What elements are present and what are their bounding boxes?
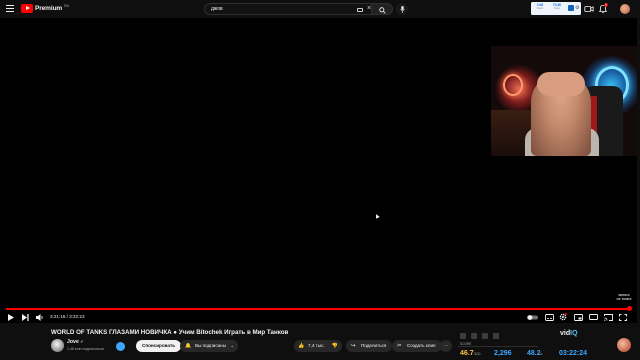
volume-icon	[36, 313, 43, 321]
duration-value: 03:22:24	[559, 350, 588, 357]
account-avatar[interactable]	[620, 4, 630, 14]
vidiq-icon-4[interactable]	[493, 333, 499, 339]
vidiq-logo-main: vid	[560, 330, 571, 337]
search-input[interactable]: джов ×	[204, 3, 372, 15]
extension-logo-icon	[568, 5, 574, 11]
score-value: 46.7/100	[460, 350, 480, 357]
search-button[interactable]	[372, 3, 393, 15]
views-value: 2,296	[494, 350, 512, 357]
play-button[interactable]	[6, 312, 16, 322]
ext-subs-label: Subs	[554, 7, 560, 10]
fullscreen-icon	[619, 313, 627, 321]
youtube-play-icon	[21, 4, 33, 13]
volume-button[interactable]	[35, 312, 45, 322]
stats-extension-widget[interactable]: 2.66 Views 73.80 Subs ⚙	[531, 2, 581, 15]
logo-country-code: RU	[64, 4, 70, 8]
bell-icon: 🔔	[185, 343, 192, 349]
channel-name[interactable]: Jove ✔	[67, 339, 84, 345]
cast-button[interactable]	[603, 312, 613, 322]
extension-settings-icon[interactable]: ⚙	[575, 5, 580, 11]
current-time: 3:21:16	[50, 314, 66, 319]
menu-icon[interactable]	[6, 5, 14, 12]
vph-number: 48.2	[527, 350, 541, 357]
webcam-overlay-image	[491, 46, 637, 156]
score-suffix: /100	[473, 352, 481, 356]
theater-mode-button[interactable]	[588, 312, 598, 322]
voice-search-button[interactable]	[396, 3, 408, 15]
channel-name-text: Jove	[67, 339, 79, 345]
notifications-count-badge: 9	[604, 3, 608, 7]
vidiq-avatar[interactable]	[617, 338, 631, 352]
play-icon	[8, 313, 14, 321]
score-number: 46.7	[460, 350, 474, 357]
more-horizontal-icon: ···	[443, 343, 449, 348]
thumbs-down-icon[interactable]: 👎	[332, 340, 338, 352]
share-button[interactable]: ↪ Поделиться	[346, 340, 393, 352]
next-button[interactable]	[20, 312, 30, 322]
theater-mode-icon	[588, 314, 598, 320]
score-bar	[458, 346, 538, 347]
channel-avatar[interactable]	[51, 339, 64, 352]
scissors-icon: ✂	[397, 343, 402, 349]
vidiq-logo-accent: IQ	[570, 330, 578, 337]
clear-search-icon[interactable]: ×	[367, 5, 371, 13]
chevron-down-icon: ⌄	[230, 343, 235, 348]
logo-text: Premium	[35, 5, 63, 12]
more-actions-button[interactable]: ···	[440, 340, 452, 352]
channel-watermark[interactable]: WORLD OF TANKS	[616, 293, 632, 303]
autoplay-toggle-icon	[526, 314, 538, 320]
vph-suffix: k	[540, 352, 543, 356]
fullscreen-button[interactable]	[618, 312, 628, 322]
settings-gear-icon	[559, 313, 567, 321]
settings-button[interactable]	[558, 312, 568, 322]
vph-value: 48.2k	[527, 350, 542, 357]
total-time: 3:22:23	[69, 314, 85, 319]
like-count: 7,4 тыс.	[308, 343, 325, 348]
verified-icon: ✔	[80, 339, 84, 344]
subscribed-label: Вы подписаны	[195, 343, 227, 348]
vidiq-icon-1[interactable]	[460, 333, 466, 339]
keyboard-icon[interactable]	[357, 7, 363, 12]
mic-icon	[399, 5, 405, 13]
video-title: WORLD OF TANKS ГЛАЗАМИ НОВИЧКА ● Учим Bi…	[51, 329, 289, 336]
youtube-logo[interactable]: Premium RU	[21, 4, 69, 13]
create-video-icon[interactable]	[584, 4, 594, 14]
cast-icon	[603, 313, 613, 321]
progress-scrubber-handle[interactable]	[627, 306, 632, 311]
skip-next-icon	[21, 313, 29, 321]
autoplay-toggle[interactable]	[526, 312, 538, 322]
subtitles-icon	[544, 313, 554, 321]
create-clip-button[interactable]: ✂ Создать клип	[392, 340, 442, 352]
channel-badge-icon[interactable]	[116, 342, 125, 351]
progress-bar[interactable]	[6, 308, 629, 310]
search-query-text: джов	[211, 6, 223, 12]
sponsor-button[interactable]: Спонсировать	[136, 340, 182, 352]
vidiq-logo: vidIQ	[560, 330, 578, 337]
subscriber-count: 1,46 млн подписчиков	[67, 347, 104, 351]
ext-views-label: Views	[536, 7, 544, 10]
share-icon: ↪	[351, 343, 356, 349]
ext-views-cell: 2.66 Views	[533, 3, 547, 11]
vidiq-icon-3[interactable]	[482, 333, 488, 339]
ext-subs-cell: 73.80 Subs	[548, 3, 566, 11]
subscribed-button[interactable]: 🔔 Вы подписаны ⌄	[180, 340, 239, 352]
clip-label: Создать клип	[407, 343, 436, 348]
subtitles-button[interactable]	[544, 312, 554, 322]
share-label: Поделиться	[361, 343, 387, 348]
miniplayer-icon	[573, 313, 583, 321]
vidiq-icon-2[interactable]	[471, 333, 477, 339]
time-display: 3:21:16 / 3:22:23	[50, 314, 85, 319]
like-button[interactable]: 👍 7,4 тыс. 👎	[294, 340, 342, 352]
thumbs-up-icon: 👍	[298, 343, 305, 349]
masthead: Premium RU джов × 2.66 Views 73.80 Subs …	[0, 0, 640, 18]
search-icon	[379, 6, 386, 14]
miniplayer-button[interactable]	[573, 312, 583, 322]
